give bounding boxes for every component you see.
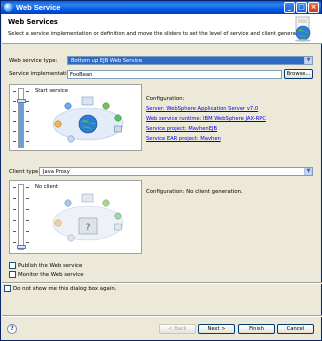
service-slider-panel: Start service [9, 84, 142, 151]
client-level-label: No client [35, 184, 58, 190]
tick-mark [26, 121, 29, 122]
chevron-down-icon[interactable]: ▼ [304, 57, 312, 64]
service-level-fill [19, 100, 23, 147]
dont-show-label: Do not show me this dialog box again. [13, 286, 117, 292]
install-icon [114, 223, 122, 231]
service-type-select[interactable]: Bottom up EJB Web Service ▼ [67, 56, 313, 65]
service-level-slider[interactable] [17, 88, 26, 148]
tick-mark [13, 187, 16, 188]
install-icon [114, 125, 122, 133]
tick-mark [13, 242, 16, 243]
maximize-button[interactable]: □ [296, 2, 307, 13]
chevron-down-icon[interactable]: ▼ [304, 168, 312, 175]
tick-mark [26, 141, 29, 142]
publish-checkbox[interactable] [9, 262, 16, 269]
web-service-globe-icon [295, 16, 311, 42]
tick-mark [13, 121, 16, 122]
separator-highlight [2, 283, 322, 284]
test-icon [67, 234, 75, 242]
tick-mark [13, 198, 16, 199]
client-type-label: Client type: [9, 169, 41, 175]
client-slider-panel: No client ? [9, 180, 142, 254]
assemble-icon [102, 199, 110, 207]
tick-mark [26, 91, 29, 92]
client-configuration-text: Configuration: No client generation. [146, 189, 243, 195]
window-title: Web Service [16, 3, 61, 12]
cancel-button[interactable]: Cancel [277, 324, 314, 334]
back-button[interactable]: < Back [159, 324, 196, 334]
service-implementation-value: FooBean [70, 72, 93, 78]
finish-button[interactable]: Finish [238, 324, 275, 334]
tick-mark [13, 131, 16, 132]
help-icon[interactable]: ? [7, 324, 17, 334]
monitor-label: Monitor the Web service [18, 272, 84, 278]
tick-mark [13, 209, 16, 210]
start-icon [54, 120, 62, 128]
browse-button-label: Browse... [286, 71, 311, 77]
client-component-icon [81, 193, 94, 203]
publish-label: Publish the Web service [18, 263, 83, 269]
assemble-icon [102, 102, 110, 110]
service-type-value: Bottom up EJB Web Service [71, 58, 143, 64]
next-button[interactable]: Next > [198, 324, 235, 334]
service-component-icon [81, 96, 94, 106]
client-lifecycle-graphic: ? [52, 193, 124, 242]
client-type-select[interactable]: Java Proxy ▼ [39, 167, 313, 176]
tick-mark [26, 231, 29, 232]
web-service-dialog: Web Service _ □ × Web Services Select a … [0, 0, 322, 341]
service-ear-project-link[interactable]: Service EAR project: Mavhen [146, 136, 221, 142]
test-icon [67, 135, 75, 143]
footer-separator-highlight [2, 316, 322, 317]
start-icon [54, 219, 62, 227]
client-type-value: Java Proxy [43, 169, 70, 175]
tick-mark [26, 131, 29, 132]
tick-mark [26, 220, 29, 221]
browse-button[interactable]: Browse... [284, 69, 313, 79]
service-type-label: Web service type: [9, 58, 58, 64]
server-link[interactable]: Server: WebSphere Application Server v7.… [146, 106, 258, 112]
close-button[interactable]: × [308, 2, 319, 13]
tick-mark [26, 209, 29, 210]
page-title: Web Services [8, 18, 58, 26]
tick-mark [26, 187, 29, 188]
tick-mark [26, 111, 29, 112]
service-configuration-title: Configuration: [146, 96, 185, 102]
client-slider-thumb[interactable] [17, 245, 26, 249]
tick-mark [26, 101, 29, 102]
minimize-button[interactable]: _ [284, 2, 295, 13]
service-implementation-field[interactable]: FooBean [67, 70, 282, 79]
tick-mark [13, 101, 16, 102]
tick-mark [13, 141, 16, 142]
deploy-icon [114, 212, 122, 220]
app-icon [4, 3, 13, 12]
service-level-label: Start service [35, 88, 68, 94]
monitor-checkbox[interactable] [9, 271, 16, 278]
service-slider-thumb[interactable] [17, 98, 26, 103]
develop-icon [64, 102, 72, 110]
title-bar[interactable]: Web Service _ □ × [1, 1, 321, 14]
tick-mark [13, 231, 16, 232]
wizard-header: Web Services Select a service implementa… [2, 14, 322, 44]
service-implementation-label: Service implementation: [9, 71, 76, 77]
dont-show-checkbox[interactable] [4, 285, 11, 292]
runtime-link[interactable]: Web service runtime: IBM WebSphere JAX-R… [146, 116, 266, 122]
page-description: Select a service implementation or defin… [8, 31, 308, 37]
svg-text:?: ? [86, 223, 91, 233]
tick-mark [13, 91, 16, 92]
tick-mark [26, 198, 29, 199]
service-lifecycle-graphic [52, 96, 124, 143]
tick-mark [13, 111, 16, 112]
service-project-link[interactable]: Service project: MavhenEJB [146, 126, 217, 132]
deploy-icon [114, 114, 122, 122]
client-level-slider[interactable] [17, 184, 26, 250]
develop-icon [64, 199, 72, 207]
tick-mark [13, 220, 16, 221]
tick-mark [26, 242, 29, 243]
